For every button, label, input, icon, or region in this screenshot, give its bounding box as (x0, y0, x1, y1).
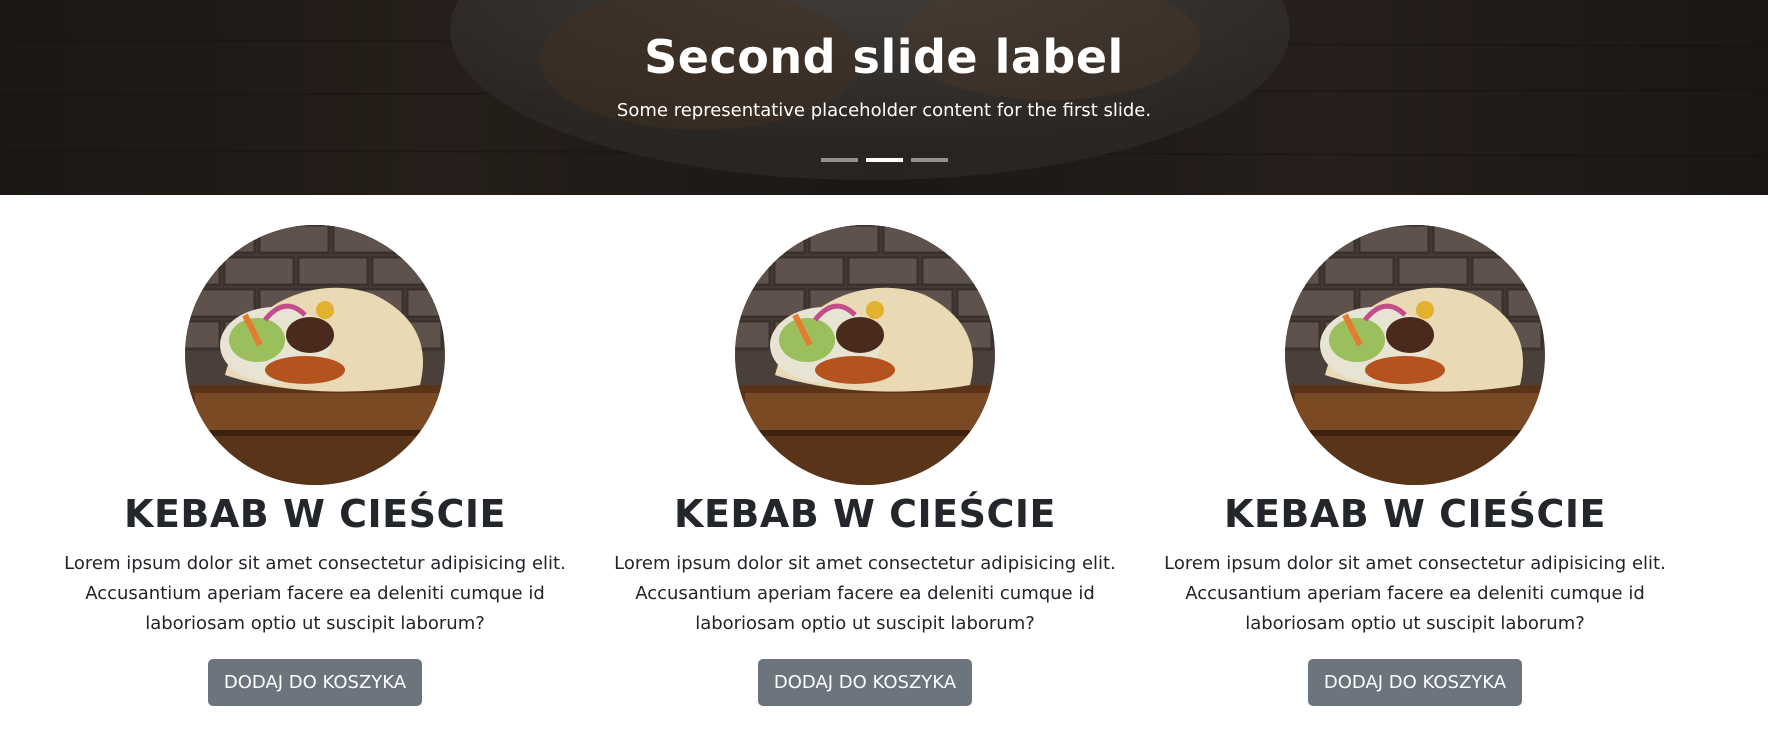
product-title: KEBAB W CIEŚCIE (674, 492, 1056, 536)
product-description: Lorem ipsum dolor sit amet consectetur a… (64, 553, 566, 634)
product-list: KEBAB W CIEŚCIE Lorem ipsum dolor sit am… (40, 225, 1690, 706)
hero-carousel: Second slide label Some representative p… (0, 0, 1768, 195)
carousel-indicator-3[interactable] (910, 158, 948, 162)
product-card: KEBAB W CIEŚCIE Lorem ipsum dolor sit am… (1140, 225, 1690, 706)
product-description: Lorem ipsum dolor sit amet consectetur a… (1164, 553, 1666, 634)
product-title: KEBAB W CIEŚCIE (124, 492, 506, 536)
add-to-cart-button[interactable]: DODAJ DO KOSZYKA (757, 659, 973, 706)
kebab-wrap-photo (185, 225, 445, 485)
kebab-wrap-photo (735, 225, 995, 485)
add-to-cart-button[interactable]: DODAJ DO KOSZYKA (207, 659, 423, 706)
product-description: Lorem ipsum dolor sit amet consectetur a… (614, 553, 1116, 634)
product-card: KEBAB W CIEŚCIE Lorem ipsum dolor sit am… (40, 225, 590, 706)
add-to-cart-button[interactable]: DODAJ DO KOSZYKA (1307, 659, 1523, 706)
product-card: KEBAB W CIEŚCIE Lorem ipsum dolor sit am… (590, 225, 1140, 706)
carousel-text: Some representative placeholder content … (616, 100, 1152, 121)
carousel-indicators (0, 158, 1768, 162)
product-title: KEBAB W CIEŚCIE (1224, 492, 1606, 536)
carousel-caption: Second slide label Some representative p… (0, 18, 1768, 126)
kebab-wrap-photo (1285, 225, 1545, 485)
carousel-indicator-1[interactable] (820, 158, 858, 162)
carousel-indicator-2[interactable] (865, 158, 903, 162)
carousel-title: Second slide label (644, 30, 1124, 84)
